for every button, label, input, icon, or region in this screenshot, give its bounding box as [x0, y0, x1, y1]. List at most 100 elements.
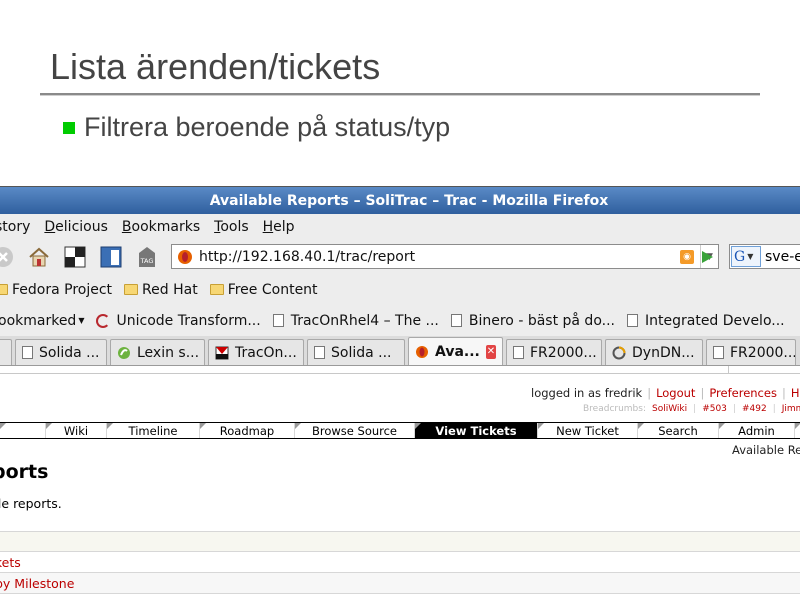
- bookmark-label: Free Content: [227, 281, 318, 298]
- tab-dyndns[interactable]: DynDN...: [605, 339, 703, 365]
- close-icon[interactable]: ✕: [485, 344, 496, 359]
- window-titlebar: Available Reports – SoliTrac – Trac - Mo…: [0, 187, 800, 214]
- nav-item-admin[interactable]: Admin: [718, 423, 794, 438]
- bookmark-free-content[interactable]: Free Content: [209, 281, 318, 298]
- url-text[interactable]: http://192.168.40.1/trac/report: [199, 249, 680, 265]
- menu-bookmarks[interactable]: Bookmarks: [122, 219, 200, 235]
- breadcrumb-492[interactable]: #492: [742, 404, 767, 414]
- rss-icon[interactable]: ◉: [680, 249, 694, 264]
- search-bar[interactable]: G ▼ sve-e: [729, 244, 800, 269]
- search-text[interactable]: sve-e: [765, 249, 800, 265]
- bookmark-fedora-project[interactable]: Fedora Project: [0, 282, 112, 298]
- bullet-square-icon: [63, 121, 75, 134]
- tab-label: Lexin s...: [137, 344, 200, 361]
- breadcrumb-soliwiki[interactable]: SoliWiki: [652, 404, 687, 414]
- folder-icon: [124, 284, 139, 295]
- bookmark-traconrhel4[interactable]: TracOnRhel4 – The ...: [272, 312, 439, 329]
- tab-available-reports[interactable]: Ava... ✕: [408, 337, 503, 365]
- desktop-icon: [64, 246, 86, 268]
- tab-label: Solida ...: [331, 344, 392, 361]
- menu-history[interactable]: story: [0, 219, 30, 235]
- firefox-icon: [416, 345, 428, 358]
- tag-icon: TAG: [139, 247, 155, 267]
- bookmark-unicode-transform[interactable]: Unicode Transform...: [96, 313, 261, 329]
- breadcrumb-separator: |: [772, 404, 776, 414]
- tab-label: DynDN...: [632, 344, 695, 361]
- nav-item-wiki[interactable]: Wiki: [45, 423, 106, 438]
- tab-tracon[interactable]: TracOn...: [208, 339, 304, 365]
- tab-solida-2[interactable]: Solida ...: [307, 339, 405, 365]
- window-button[interactable]: [62, 244, 88, 270]
- page-heading: ports: [0, 461, 49, 483]
- nav-item-roadmap[interactable]: Roadmap: [199, 423, 294, 438]
- report-row[interactable]: ckets: [0, 552, 800, 573]
- home-icon: [29, 247, 49, 267]
- spiral-icon: [96, 313, 111, 328]
- google-engine-icon[interactable]: G ▼: [731, 246, 761, 267]
- home-button[interactable]: [26, 244, 52, 270]
- main-nav: Wiki Timeline Roadmap Browse Source View…: [0, 422, 800, 439]
- nav-label: Wiki: [63, 423, 89, 438]
- report-row[interactable]: by Milestone: [0, 573, 800, 594]
- bookmark-red-hat[interactable]: Red Hat: [124, 282, 198, 298]
- nav-item-partial[interactable]: [0, 423, 45, 438]
- bookmark-integrated-develo[interactable]: Integrated Develo...: [627, 313, 785, 329]
- window-title: Available Reports – SoliTrac – Trac - Mo…: [209, 192, 609, 209]
- bookmark-label: Fedora Project: [12, 281, 113, 298]
- tab-label: Solida ...: [39, 344, 100, 361]
- breadcrumb-jimm[interactable]: Jimm: [782, 404, 800, 414]
- folder-icon: [0, 284, 8, 295]
- tab-label: FR2000...: [730, 344, 796, 361]
- tag-button[interactable]: TAG: [134, 244, 160, 270]
- most-bookmarked-dropdown[interactable]: ookmarked ▼: [0, 313, 84, 329]
- tab-solida-1[interactable]: Solida ...: [15, 339, 107, 365]
- slide-bullet: Filtrera beroende på status/typ: [63, 112, 450, 143]
- breadcrumb-separator: |: [693, 404, 697, 414]
- page-icon: [450, 314, 462, 327]
- bookmark-label: Integrated Develo...: [645, 312, 785, 329]
- meta-separator: |: [700, 386, 705, 400]
- tab-label: TracOn...: [235, 344, 297, 361]
- menu-tools[interactable]: Tools: [214, 219, 249, 235]
- context-nav-available-reports[interactable]: Available Rep: [732, 443, 800, 457]
- bookmarks-toolbar: Fedora Project Red Hat Free Content: [0, 274, 800, 305]
- tab-fr2000-1[interactable]: FR2000...: [506, 339, 602, 365]
- bookmark-binero[interactable]: Binero - bäst på do...: [450, 312, 615, 329]
- navigation-toolbar: TAG http://192.168.40.1/trac/report ◉ ▼ …: [0, 240, 800, 274]
- nav-item-view-tickets[interactable]: View Tickets: [414, 423, 537, 438]
- url-bar[interactable]: http://192.168.40.1/trac/report ◉ ▼: [171, 244, 719, 269]
- breadcrumb-503[interactable]: #503: [702, 404, 727, 414]
- menu-help[interactable]: Help: [263, 219, 295, 235]
- tab-fr2000-2[interactable]: FR2000...: [706, 339, 796, 365]
- trac-icon: [215, 346, 229, 359]
- nav-item-new-ticket[interactable]: New Ticket: [537, 423, 637, 438]
- page-description: ble reports.: [0, 496, 62, 511]
- help-link[interactable]: He: [791, 386, 800, 400]
- logout-link[interactable]: Logout: [656, 386, 695, 400]
- report-link[interactable]: by Milestone: [0, 576, 74, 591]
- nav-label: Search: [658, 423, 698, 438]
- page-icon: [22, 346, 33, 359]
- bookmark-label: Red Hat: [142, 281, 198, 298]
- bookmarks-toolbar-2: ookmarked ▼ Unicode Transform... TracOnR…: [0, 305, 800, 336]
- go-arrow-icon[interactable]: [699, 249, 715, 265]
- preferences-link[interactable]: Preferences: [709, 386, 777, 400]
- nav-item-partial-right[interactable]: [794, 423, 800, 438]
- tab-partial[interactable]: [0, 339, 12, 365]
- stop-button[interactable]: [0, 244, 16, 270]
- nav-label: Admin: [738, 423, 775, 438]
- nav-item-browse-source[interactable]: Browse Source: [294, 423, 414, 438]
- nav-item-search[interactable]: Search: [637, 423, 718, 438]
- stop-icon: [0, 247, 13, 267]
- reports-table-header: [0, 531, 800, 552]
- nav-item-timeline[interactable]: Timeline: [106, 423, 199, 438]
- page-icon: [627, 314, 638, 327]
- nav-label: View Tickets: [435, 423, 517, 438]
- panel-button[interactable]: [98, 244, 124, 270]
- bookmark-label: TracOnRhel4 – The ...: [290, 312, 439, 329]
- report-link[interactable]: ckets: [0, 555, 21, 570]
- tab-lexin[interactable]: Lexin s...: [110, 339, 205, 365]
- bookmark-label: Binero - bäst på do...: [468, 312, 615, 329]
- firefox-icon: [178, 249, 192, 264]
- menu-delicious[interactable]: Delicious: [44, 219, 108, 235]
